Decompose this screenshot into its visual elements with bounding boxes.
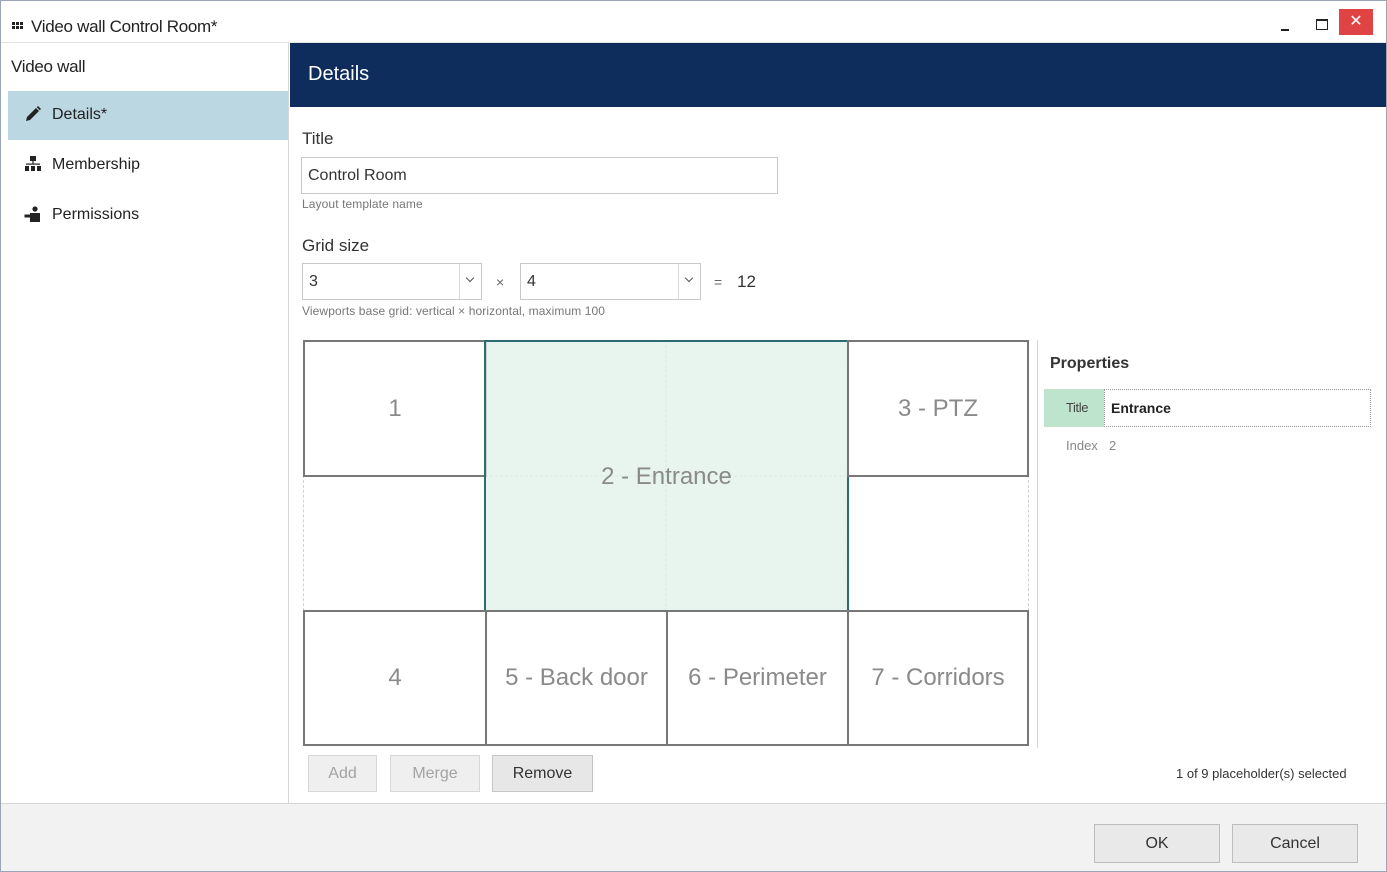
property-title-input[interactable]: Entrance: [1104, 389, 1371, 427]
selection-status: 1 of 9 placeholder(s) selected: [1176, 766, 1347, 781]
grid-vertical-value: 3: [309, 273, 318, 290]
sidebar-item-permissions[interactable]: Permissions: [8, 191, 288, 240]
viewport-placeholder[interactable]: 1: [303, 340, 487, 477]
properties-heading: Properties: [1050, 355, 1130, 372]
ok-button[interactable]: OK: [1094, 824, 1220, 863]
viewport-placeholder[interactable]: 5 - Back door: [485, 610, 668, 746]
sidebar-item-label: Details*: [52, 106, 108, 123]
grid-cell-guide: [847, 475, 1029, 611]
merge-button[interactable]: Merge: [390, 755, 480, 792]
grid-cell-guide: [303, 475, 485, 611]
viewport-label: 3 - PTZ: [897, 394, 978, 422]
grid-horizontal-value: 4: [527, 273, 536, 290]
grid-vertical-select[interactable]: 3: [302, 263, 482, 300]
title-bar[interactable]: Video wall Control Room* ✕: [1, 1, 1386, 43]
grid-hint: Viewports base grid: vertical × horizont…: [302, 304, 606, 318]
grid-size-label: Grid size: [302, 236, 370, 255]
title-label: Title: [302, 129, 334, 148]
viewport-grid: 1 2 - Entrance 3 - PTZ 4 5 - Back door 6…: [303, 340, 1029, 746]
grid-horizontal-select[interactable]: 4: [520, 263, 701, 300]
property-index-value: 2: [1109, 438, 1117, 453]
chevron-down-icon[interactable]: [678, 264, 700, 299]
close-icon: ✕: [1349, 13, 1363, 30]
dialog-footer: OK Cancel: [1, 803, 1386, 871]
viewport-label: 4: [388, 664, 402, 691]
viewport-label: 5 - Back door: [505, 664, 648, 691]
pencil-icon: [26, 106, 41, 121]
add-button[interactable]: Add: [308, 755, 377, 792]
title-input[interactable]: Control Room: [301, 157, 778, 194]
close-button[interactable]: ✕: [1339, 9, 1373, 35]
section-title: Details: [308, 63, 370, 85]
sidebar: Video wall Details* Membership Permissio…: [1, 43, 289, 803]
section-header: Details: [290, 43, 1386, 107]
viewport-label: 1: [388, 394, 402, 422]
sidebar-item-label: Permissions: [52, 206, 140, 223]
equals-sign: =: [714, 274, 723, 290]
property-row-title[interactable]: Title Entrance: [1044, 389, 1371, 427]
dialog-window: Video wall Control Room* ✕ Video wall De…: [0, 0, 1387, 872]
sidebar-item-details[interactable]: Details*: [8, 91, 288, 140]
window-title: Video wall Control Room*: [31, 17, 218, 36]
sidebar-title: Video wall: [11, 57, 86, 76]
viewport-placeholder[interactable]: 6 - Perimeter: [666, 610, 849, 746]
grid-total: 12: [737, 272, 756, 291]
property-key: Title: [1044, 389, 1104, 427]
access-icon: [24, 206, 40, 222]
viewport-placeholder[interactable]: 3 - PTZ: [847, 340, 1029, 477]
maximize-button[interactable]: [1303, 9, 1339, 35]
title-hint: Layout template name: [302, 197, 423, 211]
viewport-label: 7 - Corridors: [871, 664, 1005, 691]
sidebar-item-label: Membership: [52, 156, 141, 173]
app-grid-icon: [12, 22, 26, 30]
viewport-placeholder[interactable]: 7 - Corridors: [847, 610, 1029, 746]
chevron-down-icon[interactable]: [459, 264, 481, 299]
properties-divider: [1037, 340, 1038, 748]
sidebar-item-membership[interactable]: Membership: [8, 141, 288, 190]
times-sign: ×: [496, 274, 505, 290]
viewport-label: 2 - Entrance: [601, 462, 732, 490]
viewport-label: 6 - Perimeter: [688, 664, 827, 691]
remove-button[interactable]: Remove: [492, 755, 593, 792]
hierarchy-icon: [25, 156, 41, 171]
minimize-button[interactable]: [1267, 9, 1303, 35]
viewport-placeholder[interactable]: 4: [303, 610, 487, 746]
cancel-button[interactable]: Cancel: [1232, 824, 1358, 863]
viewport-placeholder-selected[interactable]: 2 - Entrance: [484, 340, 849, 613]
property-index-key: Index: [1066, 438, 1098, 453]
